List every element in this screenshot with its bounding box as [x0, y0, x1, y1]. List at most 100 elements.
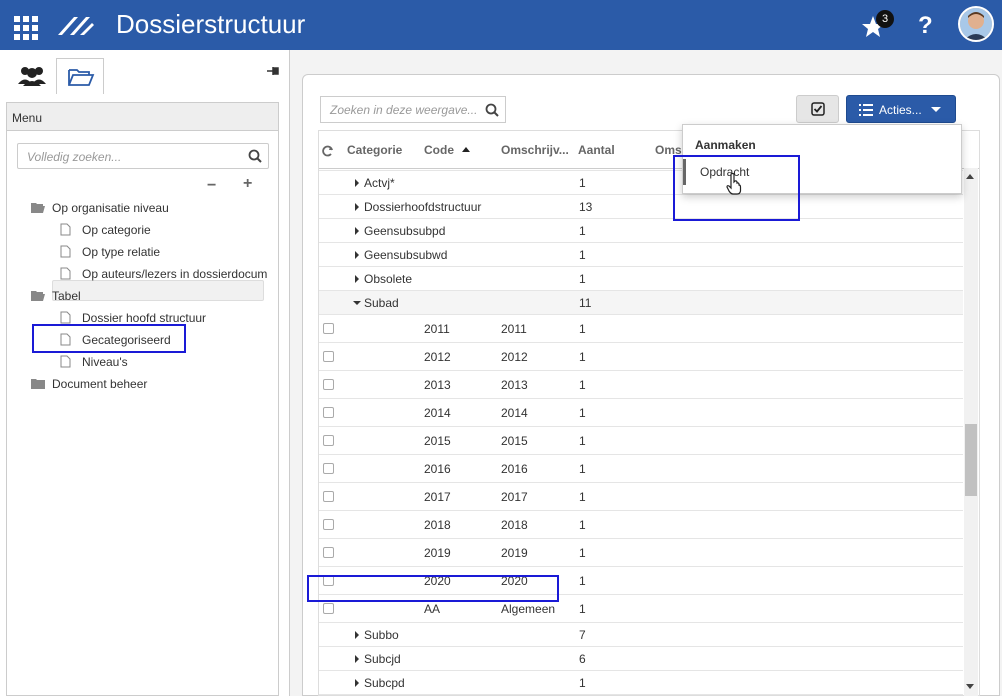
search-icon[interactable]: [248, 149, 262, 163]
select-button[interactable]: [796, 95, 839, 123]
refresh-icon[interactable]: [322, 145, 334, 157]
top-bar: Dossierstructuur 3 ?: [0, 0, 1002, 50]
table-row[interactable]: 2013 2013 1: [319, 371, 963, 399]
tab-folder[interactable]: [56, 58, 104, 94]
scrollbar-thumb[interactable]: [965, 424, 977, 496]
full-search-input[interactable]: Volledig zoeken...: [17, 143, 269, 169]
table-row[interactable]: 2014 2014 1: [319, 399, 963, 427]
acties-button[interactable]: Acties...: [846, 95, 956, 123]
expand-all-button[interactable]: +: [243, 175, 252, 193]
tree-item-label: Tabel: [52, 289, 81, 303]
scroll-down-icon[interactable]: [966, 684, 974, 689]
code-cell: 2017: [424, 490, 451, 504]
avatar[interactable]: [958, 6, 994, 42]
collapsed-triangle-icon[interactable]: [355, 203, 359, 211]
row-checkbox[interactable]: [323, 379, 334, 390]
menu-panel: Menu Volledig zoeken... − +: [6, 102, 279, 696]
aantal-cell: 1: [579, 462, 586, 476]
acties-label: Acties...: [879, 103, 922, 117]
column-header-categorie[interactable]: Categorie: [347, 143, 402, 157]
aantal-cell: 1: [579, 406, 586, 420]
row-checkbox[interactable]: [323, 491, 334, 502]
row-checkbox[interactable]: [323, 407, 334, 418]
table-row[interactable]: 2012 2012 1: [319, 343, 963, 371]
category-row[interactable]: Subcpd 1: [319, 671, 963, 695]
table-row[interactable]: 2011 2011 1: [319, 315, 963, 343]
category-label: Obsolete: [364, 272, 413, 286]
column-header-aantal[interactable]: Aantal: [578, 143, 615, 157]
code-cell: 2015: [424, 434, 451, 448]
category-row[interactable]: Subbo 7: [319, 623, 963, 647]
collapsed-triangle-icon[interactable]: [355, 655, 359, 663]
menu-header: Menu: [7, 103, 278, 131]
tab-people[interactable]: [8, 58, 56, 94]
table-row[interactable]: 2018 2018 1: [319, 511, 963, 539]
aantal-cell: 1: [579, 518, 586, 532]
column-header-omschrijving[interactable]: Omschrijv...: [501, 143, 569, 157]
category-label: Subcpd: [364, 676, 405, 690]
aantal-cell: 1: [579, 676, 586, 690]
code-cell: 2019: [424, 546, 451, 560]
folder-open-icon: [31, 203, 45, 213]
document-icon: [60, 245, 71, 258]
row-checkbox[interactable]: [323, 463, 334, 474]
table-row[interactable]: 2015 2015 1: [319, 427, 963, 455]
column-header-code[interactable]: Code: [424, 143, 454, 157]
folder-open-icon: [31, 291, 45, 301]
help-button[interactable]: ?: [918, 12, 933, 40]
omschrijving-cell: 2015: [501, 434, 528, 448]
aantal-cell: 1: [579, 434, 586, 448]
category-row[interactable]: Dossierhoofdstructuur 13: [319, 195, 963, 219]
folder-icon: [31, 379, 45, 389]
omschrijving-cell: Algemeen: [501, 602, 556, 616]
category-row[interactable]: Geensubsubwd 1: [319, 243, 963, 267]
row-checkbox[interactable]: [323, 603, 334, 614]
collapse-all-button[interactable]: −: [207, 177, 216, 195]
aantal-cell: 11: [579, 296, 592, 310]
aantal-cell: 1: [579, 574, 586, 588]
row-checkbox[interactable]: [323, 323, 334, 334]
row-checkbox[interactable]: [323, 435, 334, 446]
collapsed-triangle-icon[interactable]: [355, 251, 359, 259]
category-row[interactable]: Subad 11: [319, 291, 963, 315]
grid-body: Actvj* 1 Dossierhoofdstructuur 13 Geensubsub…: [319, 169, 963, 695]
scroll-up-icon[interactable]: [966, 174, 974, 179]
collapsed-triangle-icon[interactable]: [355, 631, 359, 639]
row-checkbox[interactable]: [323, 351, 334, 362]
category-label: Actvj*: [364, 176, 395, 190]
highlight-box: [307, 575, 559, 602]
code-cell: 2018: [424, 518, 451, 532]
collapsed-triangle-icon[interactable]: [355, 179, 359, 187]
row-checkbox[interactable]: [323, 519, 334, 530]
collapsed-triangle-icon[interactable]: [355, 679, 359, 687]
collapsed-triangle-icon[interactable]: [355, 227, 359, 235]
aantal-cell: 1: [579, 546, 586, 560]
row-checkbox[interactable]: [323, 547, 334, 558]
expanded-triangle-icon[interactable]: [353, 301, 361, 305]
view-search-input[interactable]: Zoeken in deze weergave...: [320, 96, 506, 123]
caret-down-icon: [931, 107, 941, 112]
document-icon: [60, 311, 71, 324]
apps-grid-icon[interactable]: [14, 16, 40, 40]
pin-icon[interactable]: [266, 64, 280, 80]
aantal-cell: 1: [579, 224, 586, 238]
search-icon[interactable]: [485, 103, 499, 117]
aantal-cell: 7: [579, 628, 586, 642]
code-cell: AA: [424, 602, 441, 616]
collapsed-triangle-icon[interactable]: [355, 275, 359, 283]
category-label: Geensubsubwd: [364, 248, 448, 262]
category-row[interactable]: Geensubsubpd 1: [319, 219, 963, 243]
table-row[interactable]: 2019 2019 1: [319, 539, 963, 567]
data-grid: Categorie Code Omschrijv... Aantal Oms A…: [318, 130, 980, 696]
omschrijving-cell: 2011: [501, 322, 527, 336]
logo[interactable]: [56, 13, 96, 40]
category-row[interactable]: Subcjd 6: [319, 647, 963, 671]
table-row[interactable]: 2016 2016 1: [319, 455, 963, 483]
table-row[interactable]: 2017 2017 1: [319, 483, 963, 511]
category-row[interactable]: Obsolete 1: [319, 267, 963, 291]
category-label: Geensubsubpd: [364, 224, 446, 238]
code-cell: 2014: [424, 406, 451, 420]
left-panel: Menu Volledig zoeken... − +: [0, 50, 290, 696]
notifications-button[interactable]: 3: [860, 10, 894, 42]
aantal-cell: 1: [579, 350, 586, 364]
